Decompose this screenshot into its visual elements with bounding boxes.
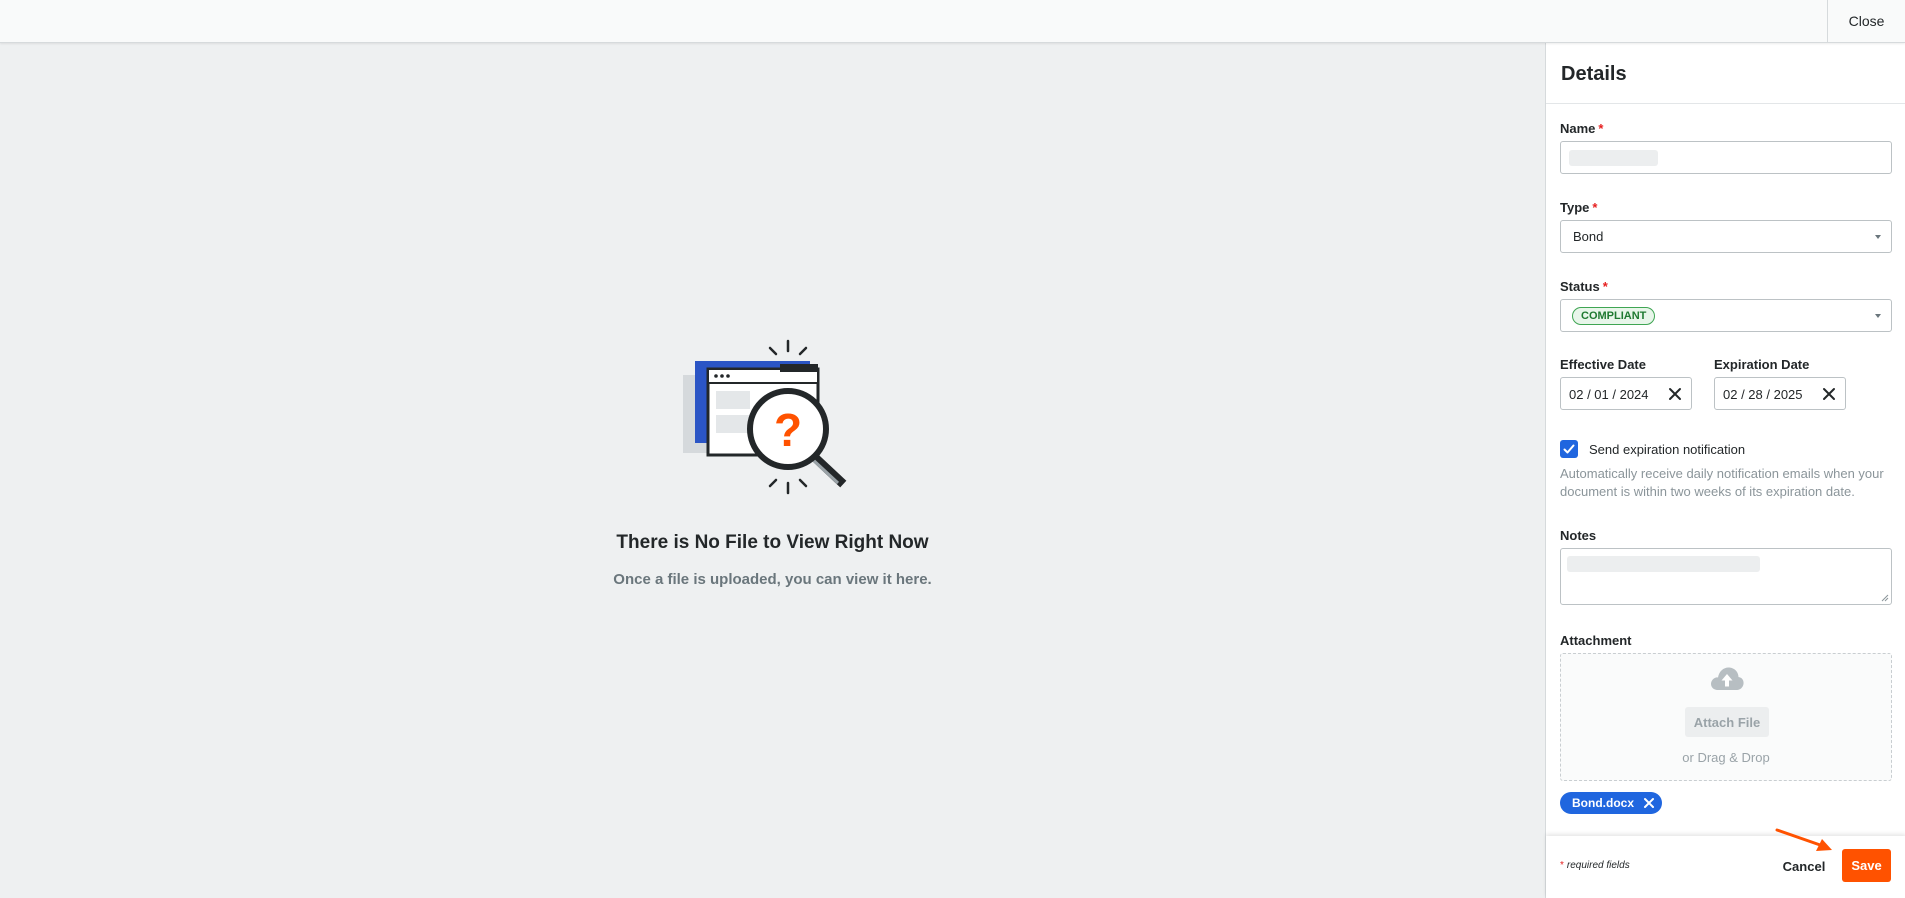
chevron-down-icon bbox=[1875, 235, 1881, 239]
name-input[interactable] bbox=[1560, 141, 1892, 174]
status-label: Status * bbox=[1560, 279, 1608, 294]
expiration-date-label: Expiration Date bbox=[1714, 357, 1810, 372]
remove-file-icon[interactable] bbox=[1642, 796, 1656, 810]
drag-drop-text: or Drag & Drop bbox=[1682, 750, 1770, 765]
notes-textarea[interactable] bbox=[1560, 548, 1892, 605]
attach-file-button[interactable]: Attach File bbox=[1685, 707, 1769, 737]
expiration-date-value: 02 / 28 / 2025 bbox=[1723, 387, 1803, 402]
attached-file-name: Bond.docx bbox=[1572, 796, 1634, 810]
resize-handle-icon[interactable] bbox=[1881, 594, 1889, 602]
close-button[interactable]: Close bbox=[1827, 0, 1905, 42]
notes-label: Notes bbox=[1560, 528, 1597, 543]
save-button[interactable]: Save bbox=[1842, 849, 1891, 882]
effective-date-label: Effective Date bbox=[1560, 357, 1646, 372]
type-select-value: Bond bbox=[1573, 229, 1604, 244]
panel-header: Details bbox=[1546, 43, 1905, 104]
chevron-down-icon bbox=[1875, 314, 1881, 318]
send-notification-checkbox[interactable] bbox=[1560, 440, 1578, 458]
required-asterisk: * bbox=[1592, 200, 1598, 215]
notification-help-text: Automatically receive daily notification… bbox=[1560, 466, 1884, 499]
panel-title: Details bbox=[1561, 63, 1627, 85]
cloud-upload-icon bbox=[1711, 667, 1744, 690]
required-asterisk: * bbox=[1602, 279, 1608, 294]
checkmark-icon bbox=[1563, 444, 1575, 454]
required-asterisk: * bbox=[1560, 860, 1564, 871]
expiration-date-input[interactable]: 02 / 28 / 2025 bbox=[1714, 377, 1846, 410]
details-panel: Details Name * Type * Bond Status * COMPLIA… bbox=[1545, 43, 1905, 898]
empty-state-title: There is No File to View Right Now bbox=[616, 532, 929, 553]
top-bar: Close bbox=[0, 0, 1905, 43]
required-asterisk: * bbox=[1598, 121, 1604, 136]
type-select[interactable]: Bond bbox=[1560, 220, 1892, 253]
close-icon[interactable] bbox=[1665, 384, 1685, 404]
file-search-illustration: ? bbox=[683, 339, 847, 495]
notes-placeholder-skeleton bbox=[1567, 556, 1760, 572]
effective-date-input[interactable]: 02 / 01 / 2024 bbox=[1560, 377, 1692, 410]
cancel-button[interactable]: Cancel bbox=[1778, 850, 1830, 882]
attached-file-chip: Bond.docx bbox=[1560, 792, 1662, 814]
empty-state-subtitle: Once a file is uploaded, you can view it… bbox=[613, 571, 932, 588]
effective-date-value: 02 / 01 / 2024 bbox=[1569, 387, 1649, 402]
name-label: Name * bbox=[1560, 121, 1604, 136]
attachment-label: Attachment bbox=[1560, 633, 1632, 648]
svg-text:?: ? bbox=[774, 404, 802, 456]
attachment-dropzone[interactable]: Attach File or Drag & Drop bbox=[1560, 653, 1892, 781]
file-viewer: ? There is No File to View Right Now Onc… bbox=[0, 43, 1545, 898]
pointer-arrow-icon bbox=[1775, 828, 1832, 851]
status-select[interactable]: COMPLIANT bbox=[1560, 299, 1892, 332]
close-icon[interactable] bbox=[1819, 384, 1839, 404]
status-badge: COMPLIANT bbox=[1572, 307, 1656, 325]
required-fields-note: * required fields bbox=[1560, 860, 1630, 871]
name-placeholder-skeleton bbox=[1569, 150, 1658, 166]
type-label: Type * bbox=[1560, 200, 1598, 215]
send-notification-label[interactable]: Send expiration notification bbox=[1589, 442, 1745, 457]
panel-footer: * required fields Cancel Save bbox=[1546, 836, 1905, 898]
